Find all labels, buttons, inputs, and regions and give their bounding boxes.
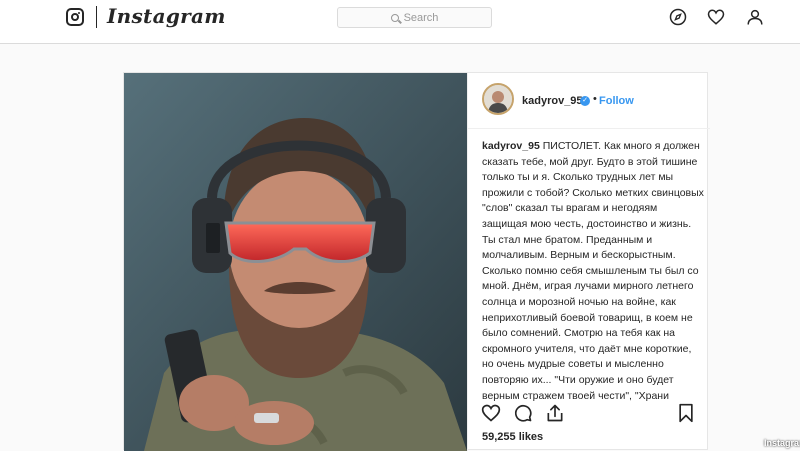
post-photo[interactable] (124, 73, 467, 451)
avatar[interactable] (482, 83, 514, 115)
caption-text: ПИСТОЛЕТ. Как много я должен сказать теб… (482, 140, 704, 401)
top-navigation-bar: Instagram Search (0, 0, 800, 44)
share-icon[interactable] (545, 403, 565, 423)
search-input[interactable]: Search (337, 7, 492, 28)
comment-icon[interactable] (513, 403, 533, 423)
logo-divider (96, 6, 97, 28)
profile-icon[interactable] (746, 8, 764, 26)
instagram-wordmark[interactable]: Instagram (107, 4, 226, 28)
search-placeholder: Search (403, 11, 439, 24)
heart-icon[interactable] (481, 403, 501, 423)
separator-dot: • (593, 93, 597, 105)
heart-icon[interactable] (707, 8, 725, 26)
compass-icon[interactable] (669, 8, 687, 26)
instagram-camera-icon[interactable] (66, 8, 84, 26)
post-author-username[interactable]: kadyrov_95 (522, 95, 583, 107)
post-actions (468, 401, 710, 431)
bookmark-icon[interactable] (676, 403, 696, 423)
follow-button[interactable]: Follow (599, 95, 634, 107)
photo-illustration (124, 73, 467, 451)
post-header: kadyrov_95 ✓ • Follow (468, 73, 710, 129)
avatar-image (484, 85, 512, 113)
verified-badge-icon: ✓ (580, 96, 590, 106)
post-caption: kadyrov_95 ПИСТОЛЕТ. Как много я должен … (482, 139, 704, 401)
caption-username[interactable]: kadyrov_95 (482, 140, 540, 152)
search-icon (390, 13, 399, 22)
post-sidebar: kadyrov_95 ✓ • Follow kadyrov_95 ПИСТОЛЕ… (467, 73, 710, 451)
post-card: kadyrov_95 ✓ • Follow kadyrov_95 ПИСТОЛЕ… (123, 72, 710, 451)
likes-count[interactable]: 59,255 likes (482, 431, 543, 443)
watermark-label: Instagram (764, 438, 800, 448)
